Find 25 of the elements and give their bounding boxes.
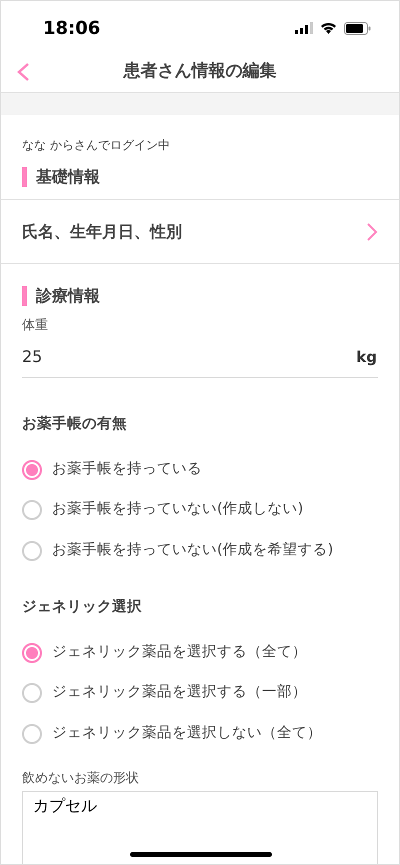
signal-icon — [295, 22, 313, 34]
section-marker — [22, 167, 27, 187]
field-label: 飲めないお薬の形状 — [22, 770, 140, 788]
profile-link-row[interactable]: 氏名、生年月日、性別 — [1, 200, 399, 263]
unit-label: kg — [356, 346, 377, 368]
chevron-right-icon — [366, 222, 378, 242]
screen-title: 患者さん情報の編集 — [124, 60, 276, 83]
login-status: なな からさんでログイン中 — [22, 137, 171, 154]
radio-option[interactable]: ジェネリック薬品を選択しない（全て） — [22, 722, 322, 745]
weight-field[interactable]: 25 kg — [22, 338, 378, 378]
radio-option[interactable]: お薬手帳を持っていない(作成しない) — [22, 499, 304, 521]
back-icon[interactable] — [16, 62, 30, 82]
group-heading: お薬手帳の有無 — [22, 414, 128, 434]
wifi-icon — [320, 22, 337, 34]
radio-option[interactable]: お薬手帳を持っていない(作成を希望する) — [22, 540, 334, 562]
section-heading: 診療情報 — [36, 285, 100, 307]
radio-option[interactable]: ジェネリック薬品を選択する（一部） — [22, 682, 307, 704]
section-heading: 基礎情報 — [36, 166, 100, 188]
radio-option[interactable]: ジェネリック薬品を選択する（全て） — [22, 642, 307, 664]
battery-icon — [344, 22, 371, 34]
section-marker — [22, 286, 27, 306]
group-heading: ジェネリック選択 — [22, 598, 143, 617]
radio-option[interactable]: お薬手帳を持っている — [22, 458, 202, 480]
field-label: 体重 — [22, 317, 49, 335]
status-time: 18:06 — [43, 16, 100, 40]
